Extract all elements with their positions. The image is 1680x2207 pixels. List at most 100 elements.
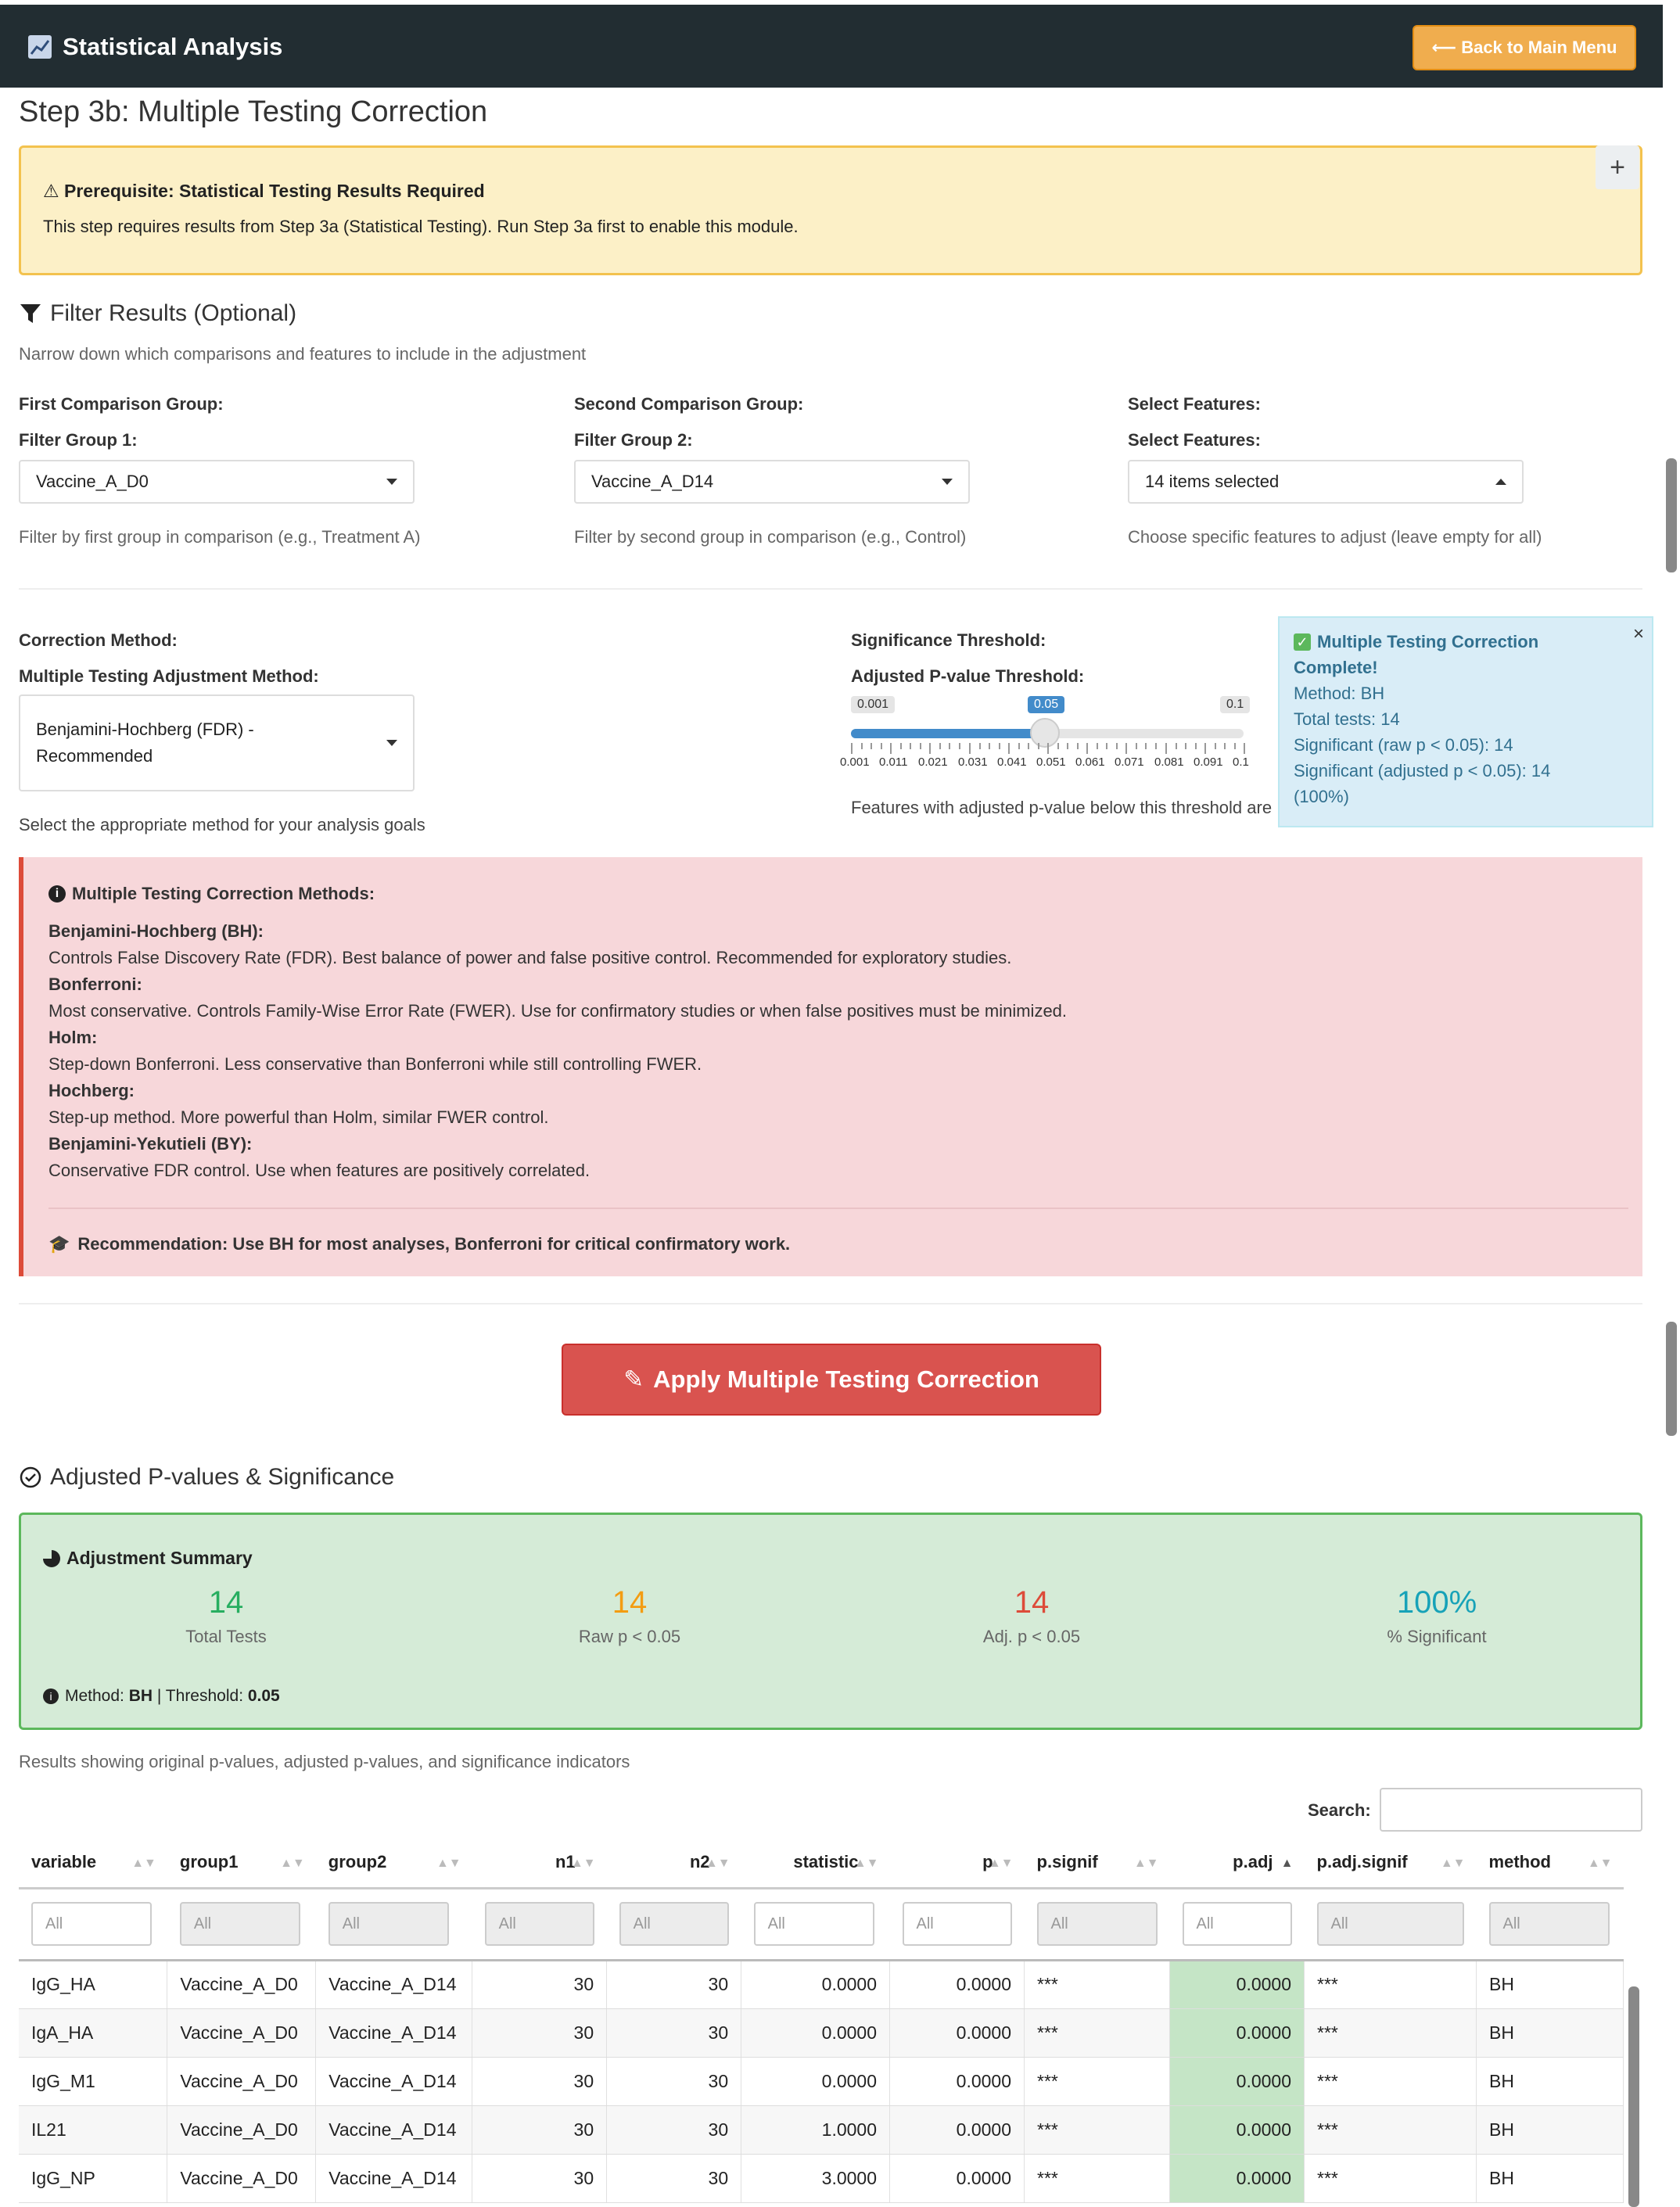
cell-n2: 30 (606, 2008, 742, 2058)
cell-group2: Vaccine_A_D14 (315, 2105, 473, 2155)
column-filter-input[interactable]: All (1036, 1902, 1158, 1946)
warning-triangle-icon: ⚠ (43, 181, 59, 201)
cell-n1: 30 (472, 2057, 608, 2106)
methods-heading-text: Multiple Testing Correction Methods: (72, 884, 375, 903)
slider-handle[interactable] (1030, 718, 1060, 748)
column-header-group1[interactable]: group1 ▲▼ (167, 1838, 316, 1889)
column-header-p-adj[interactable]: p.adj ▲ (1169, 1838, 1305, 1889)
expand-button[interactable]: + (1596, 145, 1639, 189)
column-filter-input[interactable]: All (484, 1902, 594, 1946)
column-filter-input[interactable]: All (1182, 1902, 1292, 1946)
threshold-slider[interactable] (851, 718, 1244, 748)
column-header-label: variable (31, 1852, 97, 1872)
cell-variable: IL21 (19, 2105, 168, 2155)
group1-select[interactable]: Vaccine_A_D0 (19, 460, 415, 504)
group2-select[interactable]: Vaccine_A_D14 (574, 460, 970, 504)
slider-minor-tick (1195, 743, 1197, 749)
pie-chart-icon (43, 1549, 60, 1567)
slider-minor-tick (979, 743, 981, 749)
column-header-p[interactable]: p ▲▼ (889, 1838, 1025, 1889)
filter-cell: All (472, 1888, 607, 1961)
cell-p-signif: *** (1024, 2105, 1171, 2155)
column-filter-input[interactable]: All (328, 1902, 449, 1946)
features-help: Choose specific features to adjust (leav… (1128, 527, 1542, 547)
column-filter-input[interactable]: All (31, 1902, 152, 1946)
slider-minor-tick (1077, 743, 1079, 749)
search-label: Search: (1308, 1800, 1371, 1820)
cell-p: 0.0000 (889, 2154, 1025, 2203)
table-row[interactable]: IgG_M1 Vaccine_A_D0 Vaccine_A_D14 30 30 … (19, 2057, 1624, 2106)
adjustment-summary: Adjustment Summary 14 Total Tests 14 Raw… (19, 1513, 1642, 1730)
cell-variable: IgG_HA (19, 1960, 168, 2009)
column-header-p-adj-signif[interactable]: p.adj.signif ▲▼ (1304, 1838, 1477, 1889)
slider-minor-tick (1028, 743, 1029, 749)
method-name: Benjamini-Hochberg (BH): (48, 921, 264, 941)
column-header-n2[interactable]: n2 ▲▼ (606, 1838, 741, 1889)
table-row[interactable]: IL21 Vaccine_A_D0 Vaccine_A_D14 30 30 1.… (19, 2105, 1624, 2155)
cell-n1: 30 (472, 2008, 608, 2058)
slider-minor-tick (871, 743, 872, 749)
cell-variable: IgA_HA (19, 2008, 168, 2058)
slider-tick-label: 0.071 (1115, 755, 1144, 769)
page-scrollbar-thumb[interactable] (1666, 458, 1677, 572)
slider-tick-label: 0.001 (840, 755, 870, 769)
column-header-p-signif[interactable]: p.signif ▲▼ (1024, 1838, 1170, 1889)
notification-line: Significant (adjusted p < 0.05): 14 (1294, 761, 1551, 781)
filter-cell: All (315, 1888, 472, 1961)
slider-major-tick (1086, 743, 1088, 754)
table-row[interactable]: IgG_HA Vaccine_A_D0 Vaccine_A_D14 30 30 … (19, 1960, 1624, 2009)
notification-title-line2: Complete! (1294, 658, 1378, 677)
cell-p-adj-signif: *** (1304, 2057, 1477, 2106)
table-row[interactable]: IgG_NP Vaccine_A_D0 Vaccine_A_D14 30 30 … (19, 2154, 1624, 2203)
slider-minor-tick (949, 743, 950, 749)
search-input[interactable] (1380, 1788, 1642, 1832)
filter-cell: All (1024, 1888, 1170, 1961)
threshold-section-label: Significance Threshold: (851, 630, 1046, 650)
method-value: BH (128, 1687, 153, 1705)
column-filter-row: All All All All All All All All All All … (19, 1888, 1624, 1961)
column-header-label: p.adj.signif (1316, 1852, 1408, 1872)
group1-select-value: Vaccine_A_D0 (36, 472, 149, 491)
outer-scrollbar-thumb[interactable] (1666, 1322, 1677, 1436)
correction-method-select[interactable]: Benjamini-Hochberg (FDR) - Recommended (19, 694, 415, 791)
column-header-method[interactable]: method ▲▼ (1476, 1838, 1624, 1889)
methods-info-box: i Multiple Testing Correction Methods: B… (19, 857, 1642, 1276)
apply-correction-button[interactable]: ✎ Apply Multiple Testing Correction (562, 1344, 1101, 1416)
column-header-statistic[interactable]: statistic ▲▼ (741, 1838, 890, 1889)
column-filter-input[interactable]: All (1316, 1902, 1464, 1946)
column-header-n1[interactable]: n1 ▲▼ (472, 1838, 607, 1889)
divider (48, 1208, 1628, 1209)
features-select[interactable]: 14 items selected (1128, 460, 1524, 504)
cell-p-adj-signif: *** (1304, 2008, 1477, 2058)
cell-group1: Vaccine_A_D0 (167, 2057, 317, 2106)
close-icon[interactable]: × (1633, 621, 1644, 647)
table-scrollbar-thumb[interactable] (1628, 1986, 1639, 2207)
apply-button-label: Apply Multiple Testing Correction (653, 1365, 1039, 1393)
sort-icon: ▲ (1280, 1857, 1294, 1870)
column-filter-input[interactable]: All (619, 1902, 729, 1946)
threshold-value: 0.05 (247, 1687, 280, 1705)
table-row[interactable]: IgA_HA Vaccine_A_D0 Vaccine_A_D14 30 30 … (19, 2008, 1624, 2058)
cell-n1: 30 (472, 1960, 608, 2009)
slider-max-label: 0.1 (1220, 696, 1251, 713)
method-name: Bonferroni: (48, 974, 142, 994)
slider-minor-tick (1234, 743, 1236, 749)
cell-p-adj: 0.0000 (1169, 2105, 1305, 2155)
column-filter-input[interactable]: All (1488, 1902, 1610, 1946)
column-filter-input[interactable]: All (902, 1902, 1012, 1946)
column-header-group2[interactable]: group2 ▲▼ (315, 1838, 472, 1889)
filter-subtitle: Narrow down which comparisons and featur… (19, 344, 587, 364)
app-title: Statistical Analysis (28, 33, 282, 61)
column-filter-input[interactable]: All (179, 1902, 300, 1946)
slider-minor-tick (939, 743, 941, 749)
sort-icon: ▲▼ (853, 1857, 879, 1870)
slider-minor-tick (1224, 743, 1226, 749)
slider-tick-label: 0.051 (1036, 755, 1066, 769)
cell-group2: Vaccine_A_D14 (315, 2154, 473, 2203)
column-filter-input[interactable]: All (753, 1902, 874, 1946)
column-header-variable[interactable]: variable ▲▼ (19, 1838, 167, 1889)
back-to-main-menu-button[interactable]: ⟵ Back to Main Menu (1413, 25, 1636, 70)
warning-heading-text: Prerequisite: Statistical Testing Result… (64, 181, 485, 201)
results-table: variable ▲▼ group1 ▲▼ group2 ▲▼ n1 ▲▼ n2 ▲▼ s… (19, 1838, 1624, 2203)
notification-line: Method: BH (1294, 684, 1385, 703)
